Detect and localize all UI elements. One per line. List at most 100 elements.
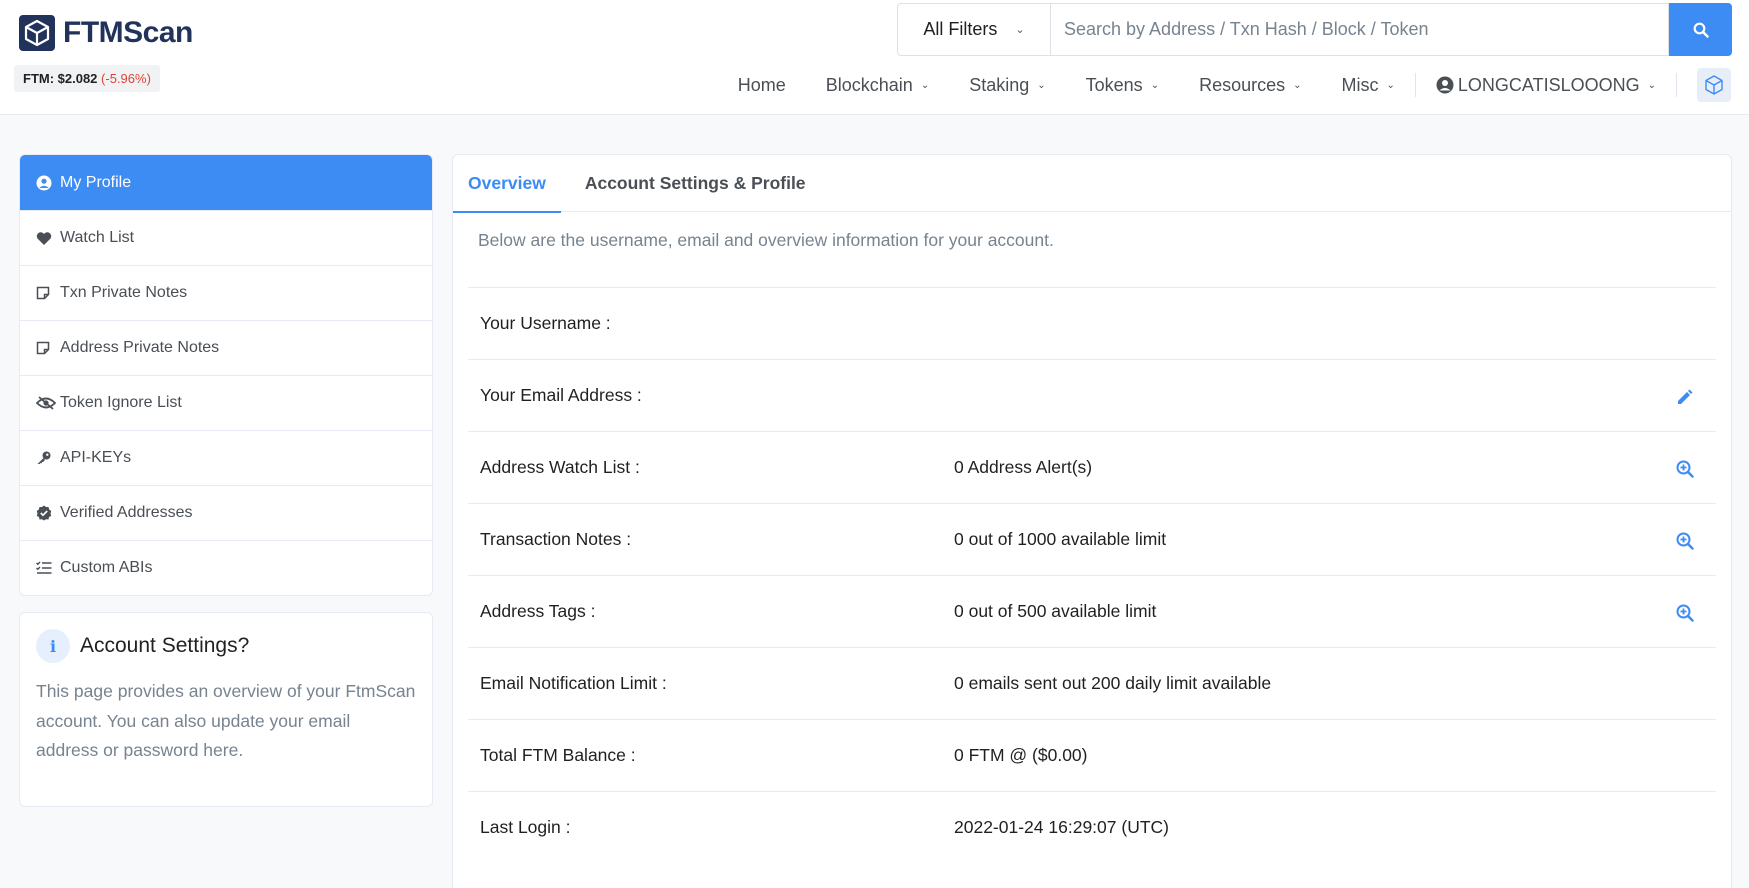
row-transaction-notes: Transaction Notes : 0 out of 1000 availa… <box>468 503 1716 575</box>
nav-staking[interactable]: Staking ⌄ <box>969 75 1045 96</box>
sidebar-item-token-ignore[interactable]: Token Ignore List <box>20 375 432 430</box>
row-value: 0 out of 500 available limit <box>954 601 1157 621</box>
info-icon: i <box>36 629 70 663</box>
price-change: (-5.96%) <box>101 71 151 86</box>
row-watch-list: Address Watch List : 0 Address Alert(s) <box>468 431 1716 503</box>
account-settings-info-card: i Account Settings? This page provides a… <box>19 612 433 807</box>
site-header: FTMScan FTM: $2.082 (-5.96%) All Filters… <box>0 0 1749 115</box>
sidebar-item-label: My Profile <box>60 173 132 191</box>
list-check-icon <box>36 561 60 575</box>
tab-overview[interactable]: Overview <box>453 155 561 213</box>
heart-icon <box>36 231 60 246</box>
theme-toggle-button[interactable] <box>1697 68 1731 102</box>
zoom-in-icon[interactable] <box>1674 530 1696 552</box>
search-button[interactable] <box>1669 3 1732 56</box>
logo[interactable]: FTMScan <box>19 15 193 51</box>
row-key: Transaction Notes : <box>480 529 632 549</box>
sidebar-item-api-keys[interactable]: API-KEYs <box>20 430 432 485</box>
sidebar-item-label: API-KEYs <box>60 449 132 466</box>
row-value: 0 emails sent out 200 daily limit availa… <box>954 673 1272 693</box>
row-value: 0 Address Alert(s) <box>954 457 1093 477</box>
nav-label: Blockchain <box>825 74 913 95</box>
sidebar-item-label: Custom ABIs <box>60 559 153 576</box>
sidebar-item-custom-abis[interactable]: Custom ABIs <box>20 540 432 595</box>
tab-account-settings[interactable]: Account Settings & Profile <box>570 155 821 212</box>
nav-label: Resources <box>1199 74 1286 95</box>
sidebar-item-label: Txn Private Notes <box>60 284 188 301</box>
nav-tokens[interactable]: Tokens ⌄ <box>1086 75 1159 96</box>
search-icon <box>1693 22 1709 38</box>
note-icon <box>36 341 60 355</box>
nav-divider <box>1676 73 1677 97</box>
account-sidebar: My Profile Watch List Txn Private Notes … <box>19 154 433 596</box>
nav-label: Misc <box>1341 74 1379 95</box>
sidebar-item-label: Watch List <box>60 229 135 246</box>
sidebar-item-my-profile[interactable]: My Profile <box>20 155 432 210</box>
badge-check-icon <box>36 505 60 521</box>
chevron-down-icon: ⌄ <box>1647 79 1656 91</box>
row-email: Your Email Address : <box>468 359 1716 431</box>
sidebar-item-verified-addresses[interactable]: Verified Addresses <box>20 485 432 540</box>
nav-resources[interactable]: Resources ⌄ <box>1199 75 1301 96</box>
nav-label: Staking <box>969 74 1030 95</box>
chevron-down-icon: ⌄ <box>1293 79 1302 91</box>
intro-text: Below are the username, email and overvi… <box>478 230 1054 250</box>
note-icon <box>36 286 60 300</box>
sidebar-item-label: Token Ignore List <box>60 394 182 411</box>
row-key: Address Watch List : <box>480 457 640 477</box>
brand-name: FTMScan <box>63 16 193 49</box>
zoom-in-icon[interactable] <box>1674 602 1696 624</box>
info-title: Account Settings? <box>80 634 250 657</box>
nav-blockchain[interactable]: Blockchain ⌄ <box>826 75 929 96</box>
row-total-balance: Total FTM Balance : 0 FTM @ ($0.00) <box>468 719 1716 791</box>
row-value: 0 FTM @ ($0.00) <box>954 745 1088 765</box>
row-email-notification-limit: Email Notification Limit : 0 emails sent… <box>468 647 1716 719</box>
profile-card: Overview Account Settings & Profile Belo… <box>452 154 1732 888</box>
row-value: 2022-01-24 16:29:07 (UTC) <box>954 817 1169 837</box>
price-badge[interactable]: FTM: $2.082 (-5.96%) <box>14 65 160 92</box>
info-text: This page provides an overview of your F… <box>36 681 416 760</box>
eye-slash-icon <box>36 396 60 410</box>
edit-icon[interactable] <box>1674 386 1696 408</box>
nav-label: Tokens <box>1085 74 1143 95</box>
nav-misc[interactable]: Misc ⌄ <box>1342 75 1395 96</box>
search-bar: All Filters ⌄ Search by Address / Txn Ha… <box>897 3 1732 56</box>
row-last-login: Last Login : 2022-01-24 16:29:07 (UTC) <box>468 791 1716 863</box>
row-value: 0 out of 1000 available limit <box>954 529 1167 549</box>
row-key: Address Tags : <box>480 601 596 621</box>
username-label: LONGCATISLOOONG <box>1457 74 1640 95</box>
chevron-down-icon: ⌄ <box>1015 24 1025 36</box>
sidebar-item-label: Verified Addresses <box>60 504 193 521</box>
zoom-in-icon[interactable] <box>1674 458 1696 480</box>
search-input[interactable]: Search by Address / Txn Hash / Block / T… <box>1050 3 1669 56</box>
sidebar-item-watch-list[interactable]: Watch List <box>20 210 432 265</box>
search-placeholder: Search by Address / Txn Hash / Block / T… <box>1064 19 1429 39</box>
row-key: Your Email Address : <box>480 385 642 405</box>
row-username: Your Username : <box>468 287 1716 359</box>
row-key: Last Login : <box>480 817 571 837</box>
chevron-down-icon: ⌄ <box>1037 79 1046 91</box>
cube-icon <box>1705 75 1723 95</box>
row-key: Email Notification Limit : <box>480 673 667 693</box>
main-nav: Home Blockchain ⌄ Staking ⌄ Tokens ⌄ Resour… <box>738 68 1749 102</box>
nav-user-menu[interactable]: LONGCATISLOOONG ⌄ <box>1436 75 1656 96</box>
chevron-down-icon: ⌄ <box>920 79 930 91</box>
nav-home[interactable]: Home <box>738 75 786 96</box>
nav-label: Home <box>737 74 786 95</box>
filter-label: All Filters <box>923 19 998 39</box>
row-address-tags: Address Tags : 0 out of 500 available li… <box>468 575 1716 647</box>
sidebar-item-txn-notes[interactable]: Txn Private Notes <box>20 265 432 320</box>
key-icon <box>36 450 60 466</box>
user-circle-icon <box>1436 76 1454 94</box>
filter-select[interactable]: All Filters ⌄ <box>897 3 1050 56</box>
sidebar-item-address-notes[interactable]: Address Private Notes <box>20 320 432 375</box>
row-key: Total FTM Balance : <box>480 745 636 765</box>
row-key: Your Username : <box>480 313 611 333</box>
overview-table: Your Username : Your Email Address : Add… <box>468 287 1716 863</box>
user-circle-icon <box>36 175 60 191</box>
chevron-down-icon: ⌄ <box>1150 79 1160 91</box>
sidebar-item-label: Address Private Notes <box>60 339 220 356</box>
nav-divider <box>1414 73 1416 97</box>
chevron-down-icon: ⌄ <box>1386 79 1395 91</box>
profile-tabs: Overview Account Settings & Profile <box>453 155 1731 213</box>
